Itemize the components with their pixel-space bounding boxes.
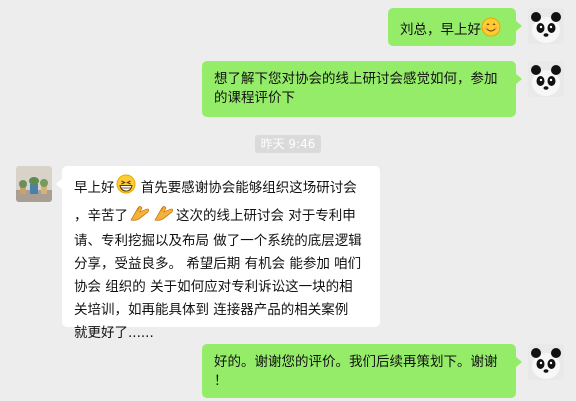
message-text: 早上好 <box>74 180 115 196</box>
smile-emoji <box>481 17 501 43</box>
message-line: 协会 组织的 关于如何应对专利诉讼这一块的相 <box>74 279 353 295</box>
message-line: 关培训，如再能具体到 连接器产品的相关案例 <box>74 302 349 318</box>
message-line: ！ <box>214 373 228 389</box>
grin-emoji <box>115 174 137 202</box>
message-bubble-question[interactable]: 想了解下您对协会的线上研讨会感觉如何，参加 的课程评价下 <box>202 61 522 117</box>
message-bubble-thanks[interactable]: 好的。谢谢您的评价。我们后续再策划下。谢谢 ！ <box>202 344 522 398</box>
my-avatar[interactable] <box>528 61 564 97</box>
message-line: 的课程评价下 <box>214 90 295 106</box>
contact-avatar[interactable] <box>16 166 52 202</box>
message-line: 早上好 首先要感谢协会能够组织这场研讨会 <box>74 174 368 202</box>
message-line: 好的。谢谢您的评价。我们后续再策划下。谢谢 <box>214 354 498 370</box>
timestamp: 昨天 9:46 <box>255 135 321 153</box>
message-text: 这次的线上研讨会 对于专利申 <box>176 208 356 224</box>
message-bubble-reply[interactable]: 早上好 首先要感谢协会能够组织这场研讨会 ，辛苦了 这次的线上研讨会 对于专利申… <box>56 166 380 341</box>
message-line: 想了解下您对协会的线上研讨会感觉如何，参加 <box>214 71 498 87</box>
message-text: 首先要感谢协会能够组织这场研讨会 <box>140 180 357 196</box>
message-line: ，辛苦了 这次的线上研讨会 对于专利申 <box>74 202 368 230</box>
clap-hands-icon <box>152 202 176 230</box>
message-bubble-greeting[interactable]: 刘总，早上好 <box>388 8 522 46</box>
message-text: 刘总，早上好 <box>400 22 481 38</box>
clap-hands-icon <box>128 202 152 230</box>
message-line: 请、专利挖掘以及布局 做了一个系统的底层逻辑 <box>74 233 362 249</box>
message-line: 就更好了...... <box>74 325 154 341</box>
message-line: 分享，受益良多。 希望后期 有机会 能参加 咱们 <box>74 256 362 272</box>
message-text: ，辛苦了 <box>74 208 128 224</box>
my-avatar[interactable] <box>528 8 564 44</box>
my-avatar[interactable] <box>528 344 564 380</box>
